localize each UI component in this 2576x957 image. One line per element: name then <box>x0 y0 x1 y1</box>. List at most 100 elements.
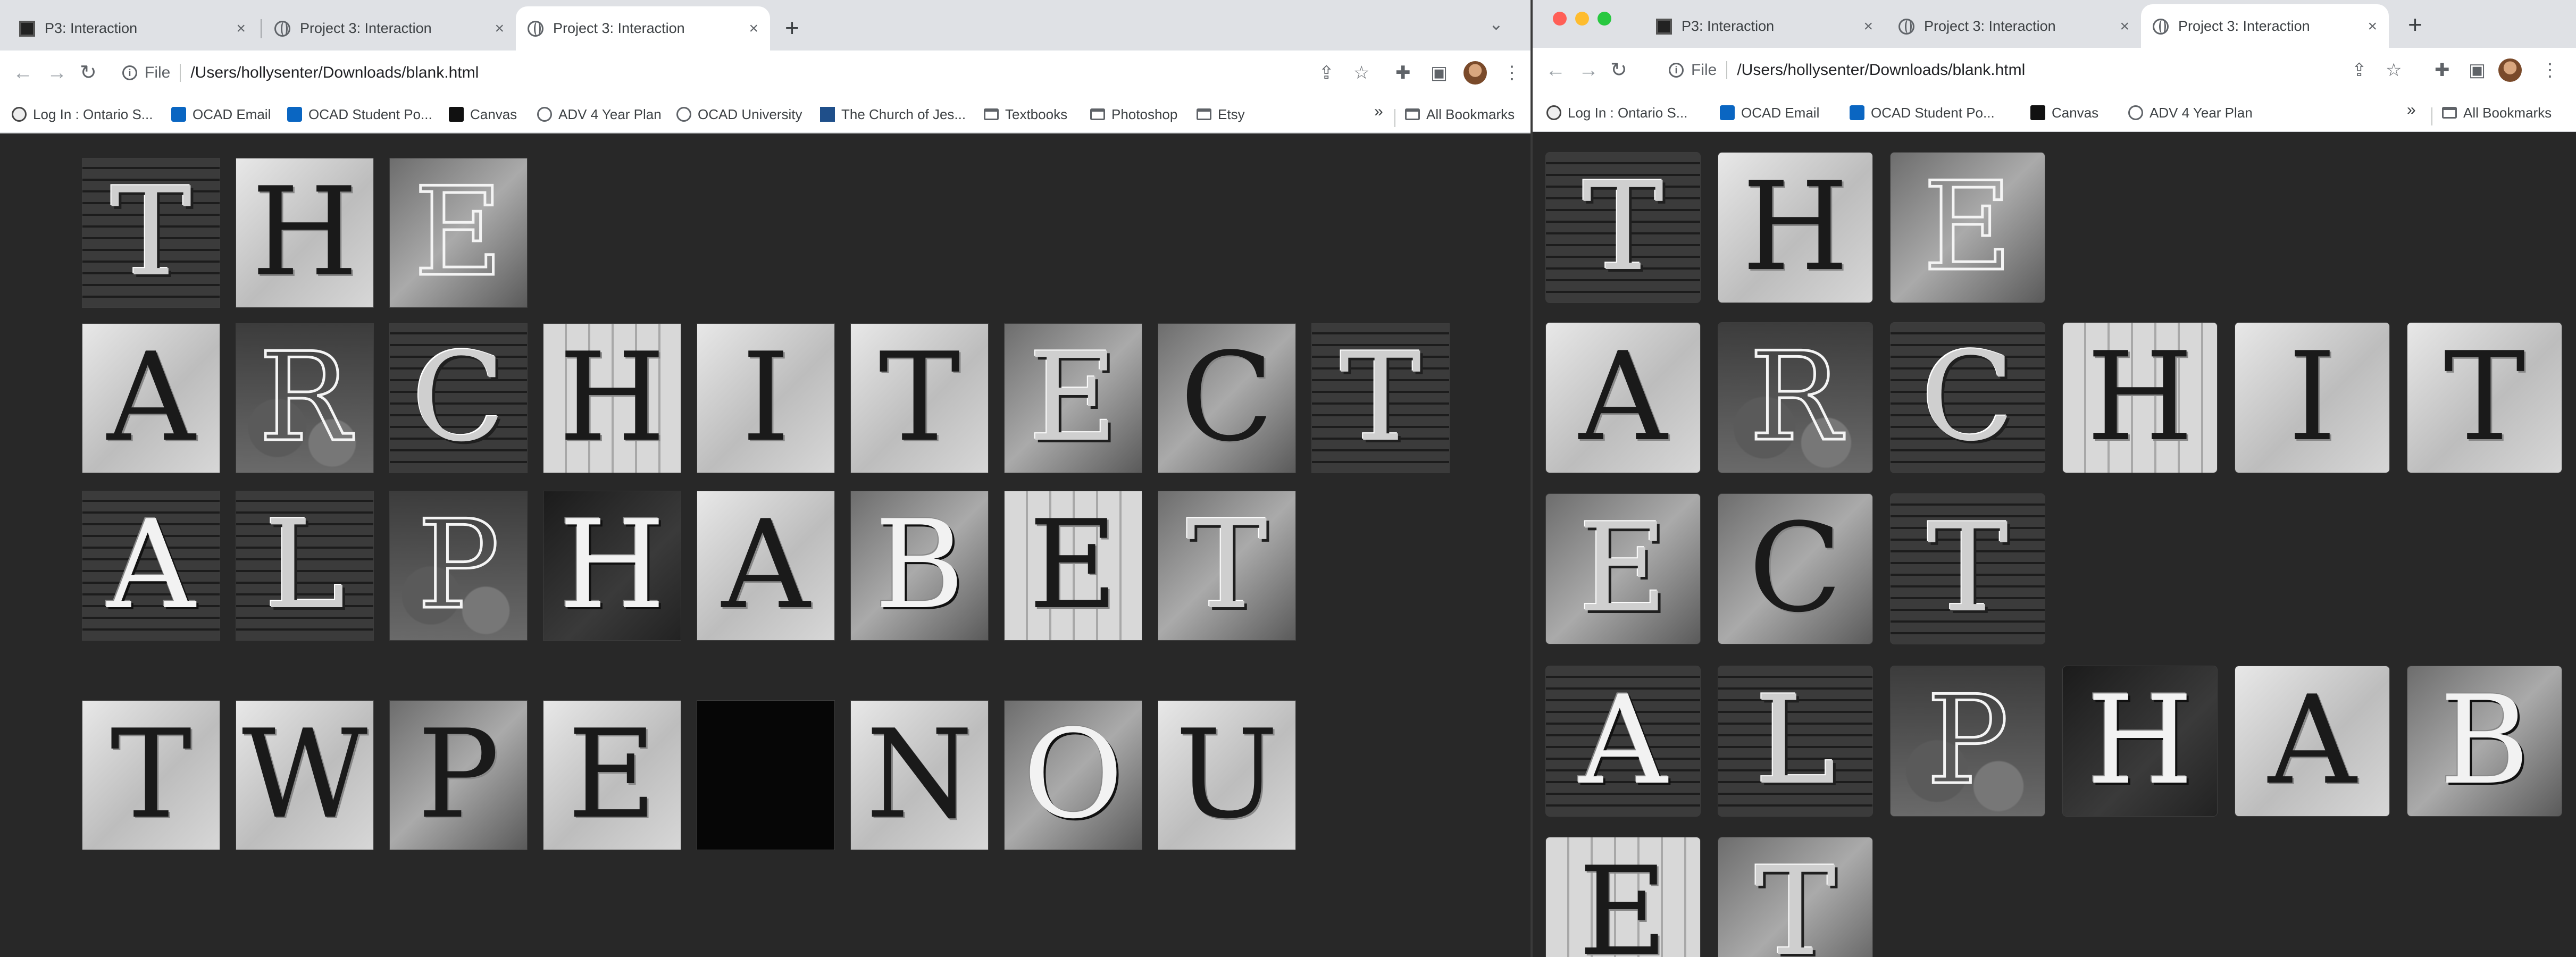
bookmark-star-icon[interactable]: ☆ <box>1353 62 1369 83</box>
new-tab-button[interactable]: + <box>2408 9 2422 40</box>
ocad-icon <box>287 107 302 122</box>
tab-search-chevron-icon[interactable]: ⌄ <box>1489 14 1503 34</box>
profile-avatar[interactable] <box>1463 61 1487 85</box>
bookmark-separator <box>2431 107 2432 125</box>
bookmark-label: ADV 4 Year Plan <box>2150 104 2253 121</box>
back-arrow-icon[interactable]: ← <box>1545 48 1566 93</box>
letter-photo-a: A <box>82 491 220 641</box>
bookmark-ocad-email[interactable]: OCAD Email <box>171 103 271 126</box>
letter-photo-c: C <box>1890 322 2045 473</box>
close-tab-icon[interactable]: × <box>495 20 504 38</box>
folder-icon <box>1197 108 1211 120</box>
info-icon[interactable]: i <box>122 65 137 80</box>
letter-photo-b: B <box>850 491 989 641</box>
more-bookmarks-chevron[interactable]: » <box>1374 103 1383 121</box>
letter-photo-n: N <box>850 700 989 850</box>
letter-photo-c: C <box>389 323 528 473</box>
back-arrow-icon[interactable]: ← <box>13 51 33 95</box>
bookmark-ocad-student-portal[interactable]: OCAD Student Po... <box>287 103 432 126</box>
letter-glyph: T <box>1582 156 1664 298</box>
menu-kebab-icon[interactable]: ⋮ <box>1503 62 1521 83</box>
letter-photo-h: H <box>1718 152 1873 303</box>
address-bar[interactable]: i File /Users/hollysenter/Downloads/blan… <box>1669 54 2280 86</box>
letter-glyph: P <box>417 704 500 846</box>
info-icon[interactable]: i <box>1669 63 1684 78</box>
reload-icon[interactable]: ↻ <box>80 51 97 95</box>
canvas-icon <box>2030 105 2045 120</box>
forward-arrow-icon[interactable]: → <box>47 51 67 95</box>
bookmark-label: OCAD Student Po... <box>1871 104 1995 121</box>
letter-photo-b: B <box>2407 666 2562 817</box>
reload-icon[interactable]: ↻ <box>1610 48 1627 93</box>
tab-strip: P3: Interaction × Project 3: Interaction… <box>0 0 1533 51</box>
letter-photo-h: H <box>543 323 681 473</box>
bookmark-login-ontario[interactable]: Log In : Ontario S... <box>1546 101 1687 124</box>
letter-glyph: C <box>412 327 505 469</box>
bookmark-ocad-email[interactable]: OCAD Email <box>1720 101 1819 124</box>
profile-avatar[interactable] <box>2498 58 2522 82</box>
tab-project3-interaction-active[interactable]: Project 3: Interaction × <box>2141 4 2389 48</box>
close-tab-icon[interactable]: × <box>1863 18 1873 36</box>
menu-kebab-icon[interactable]: ⋮ <box>2541 60 2559 81</box>
extensions-puzzle-icon[interactable]: ✚ <box>1395 62 1411 83</box>
tab-project3-interaction-active[interactable]: Project 3: Interaction × <box>516 6 770 51</box>
bookmark-separator <box>1394 109 1395 127</box>
tab-label: Project 3: Interaction <box>2178 18 2310 34</box>
all-bookmarks-folder[interactable]: All Bookmarks <box>2442 101 2552 124</box>
bookmark-church[interactable]: The Church of Jes... <box>820 103 966 126</box>
close-tab-icon[interactable]: × <box>2120 18 2129 36</box>
letter-glyph: A <box>2268 670 2357 812</box>
tab-label: Project 3: Interaction <box>553 20 685 36</box>
church-icon <box>820 107 835 122</box>
bookmark-label: ADV 4 Year Plan <box>558 106 662 122</box>
letter-photo-t: T <box>1158 491 1296 641</box>
letter-glyph: T <box>879 327 960 469</box>
more-bookmarks-chevron[interactable]: » <box>2407 101 2416 119</box>
zoom-window-button[interactable] <box>1598 12 1611 26</box>
letter-glyph: U <box>1175 704 1278 846</box>
login-icon <box>1546 105 1561 120</box>
bookmark-folder-etsy[interactable]: Etsy <box>1197 103 1245 126</box>
tab-p3-interaction[interactable]: P3: Interaction × <box>7 6 257 51</box>
letter-photo-e: E <box>1545 837 1701 957</box>
share-icon[interactable]: ⇪ <box>2352 60 2367 81</box>
globe-icon <box>2128 105 2143 120</box>
close-tab-icon[interactable]: × <box>2368 18 2377 36</box>
bookmark-star-icon[interactable]: ☆ <box>2386 60 2402 81</box>
letter-glyph: B <box>2439 670 2530 812</box>
bookmark-folder-textbooks[interactable]: Textbooks <box>984 103 1067 126</box>
letter-glyph: H <box>2086 670 2194 812</box>
bookmark-adv-4-year-plan[interactable]: ADV 4 Year Plan <box>2128 101 2253 124</box>
all-bookmarks-folder[interactable]: All Bookmarks <box>1405 103 1515 126</box>
close-tab-icon[interactable]: × <box>236 20 246 38</box>
tab-p3-interaction[interactable]: P3: Interaction × <box>1644 4 1885 48</box>
letter-glyph: E <box>1028 494 1118 636</box>
tab-label: Project 3: Interaction <box>300 20 432 36</box>
tab-project3-interaction[interactable]: Project 3: Interaction × <box>263 6 516 51</box>
close-tab-icon[interactable]: × <box>749 20 758 38</box>
letter-photo-r: R <box>236 323 374 473</box>
share-icon[interactable]: ⇪ <box>1319 62 1334 83</box>
bookmark-canvas[interactable]: Canvas <box>449 103 517 126</box>
new-tab-button[interactable]: + <box>785 12 799 44</box>
tab-project3-interaction[interactable]: Project 3: Interaction × <box>1887 4 2141 48</box>
forward-arrow-icon[interactable]: → <box>1578 48 1599 93</box>
letter-photo-a: A <box>1545 666 1701 817</box>
letter-photo-t: T <box>850 323 989 473</box>
address-bar[interactable]: i File /Users/hollysenter/Downloads/blan… <box>122 57 1314 89</box>
letter-glyph: C <box>1749 498 1842 640</box>
side-panel-icon[interactable]: ▣ <box>2469 60 2486 81</box>
bookmark-canvas[interactable]: Canvas <box>2030 101 2098 124</box>
extensions-puzzle-icon[interactable]: ✚ <box>2435 60 2450 81</box>
bookmark-login-ontario[interactable]: Log In : Ontario S... <box>12 103 153 126</box>
letter-photo-h: H <box>236 158 374 308</box>
side-panel-icon[interactable]: ▣ <box>1431 62 1448 83</box>
minimize-window-button[interactable] <box>1575 12 1589 26</box>
bookmark-adv-4-year-plan[interactable]: ADV 4 Year Plan <box>537 103 662 126</box>
bookmark-ocad-student-portal[interactable]: OCAD Student Po... <box>1850 101 1995 124</box>
letter-glyph: T <box>1754 841 1836 957</box>
letter-photo-p: P <box>389 700 528 850</box>
bookmark-ocad-university[interactable]: OCAD University <box>676 103 802 126</box>
bookmark-folder-photoshop[interactable]: Photoshop <box>1090 103 1177 126</box>
close-window-button[interactable] <box>1553 12 1567 26</box>
